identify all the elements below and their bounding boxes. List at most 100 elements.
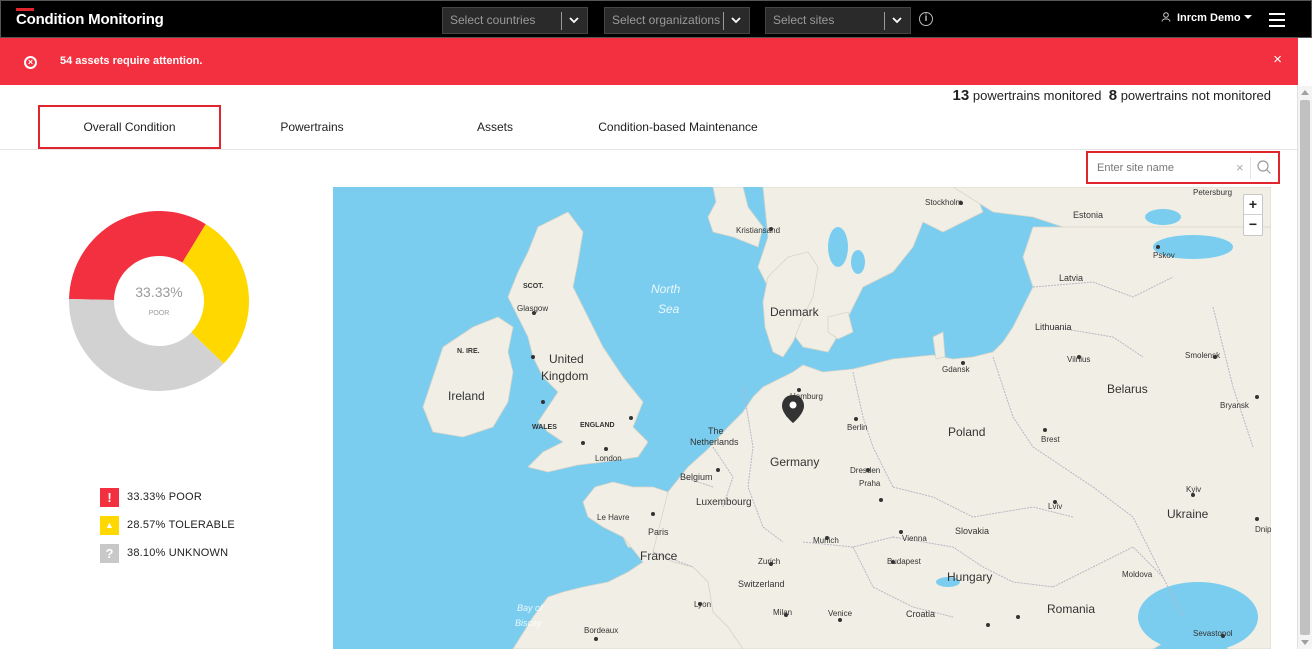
chevron-down-icon[interactable] bbox=[729, 8, 743, 33]
select-countries-placeholder: Select countries bbox=[450, 13, 536, 27]
user-menu[interactable]: Inrcm Demo bbox=[1161, 12, 1252, 24]
map-label-glasgow: Glasgow bbox=[517, 304, 548, 313]
map-label-london: London bbox=[595, 454, 622, 463]
select-organizations-placeholder: Select organizations bbox=[612, 13, 721, 27]
legend-label-tolerable: 28.57% TOLERABLE bbox=[127, 519, 235, 531]
attention-alert-banner: × 54 assets require attention. × bbox=[0, 38, 1298, 85]
map-label-wales: WALES bbox=[532, 424, 557, 431]
map-label-smolensk: Smolensk bbox=[1185, 351, 1221, 360]
map-label-budapest: Budapest bbox=[887, 557, 922, 566]
powertrain-summary: 13 powertrains monitored 8 powertrains n… bbox=[953, 87, 1271, 104]
dropdown-separator bbox=[561, 12, 562, 30]
tab-assets[interactable]: Assets bbox=[440, 105, 550, 149]
map-label-sea: Sea bbox=[658, 302, 680, 316]
map-label-biscay: Biscay bbox=[515, 618, 542, 628]
map-label-praha: Praha bbox=[859, 479, 881, 488]
legend-label-unknown: 38.10% UNKNOWN bbox=[127, 547, 229, 559]
scrollbar-thumb[interactable] bbox=[1300, 100, 1310, 635]
search-divider bbox=[1250, 157, 1251, 179]
map-label-hungary: Hungary bbox=[947, 570, 992, 584]
map-label-paris: Paris bbox=[648, 527, 669, 537]
page-scrollbar[interactable] bbox=[1297, 86, 1312, 649]
legend-label-poor: 33.33% POOR bbox=[127, 491, 202, 503]
condition-donut-chart: 33.33% POOR bbox=[69, 210, 250, 392]
chevron-down-icon[interactable] bbox=[890, 8, 904, 33]
map-label-sevastopol: Sevastopol bbox=[1193, 629, 1233, 638]
map-label-brest: Brest bbox=[1041, 435, 1060, 444]
map-label-lviv: Lviv bbox=[1048, 502, 1062, 511]
select-sites-placeholder: Select sites bbox=[773, 13, 835, 27]
user-name: Inrcm Demo bbox=[1177, 12, 1241, 24]
map-label-romania: Romania bbox=[1047, 602, 1095, 616]
map-label-denmark: Denmark bbox=[770, 305, 820, 319]
monitored-label: powertrains monitored bbox=[972, 88, 1102, 103]
error-circle-icon: × bbox=[24, 56, 37, 69]
clear-icon[interactable]: × bbox=[1236, 160, 1244, 175]
app-title[interactable]: Condition Monitoring bbox=[16, 11, 164, 28]
map-label-vilnius: Vilnius bbox=[1067, 355, 1090, 364]
land-masses bbox=[422, 187, 1271, 649]
map-label-slovakia: Slovakia bbox=[955, 526, 989, 536]
map-label-belgium: Belgium bbox=[680, 472, 713, 482]
map-canvas[interactable]: Stockholm Estonia Petersburg Kristiansan… bbox=[333, 187, 1271, 649]
donut-svg: 33.33% POOR bbox=[69, 210, 250, 392]
map-label-kristiansand: Kristiansand bbox=[736, 226, 780, 235]
map-label-venice: Venice bbox=[828, 609, 853, 618]
chevron-down-icon[interactable] bbox=[567, 8, 581, 33]
not-monitored-count: 8 bbox=[1108, 87, 1118, 104]
dropdown-separator bbox=[884, 12, 885, 30]
map-label-north: North bbox=[651, 282, 681, 296]
top-navigation-bar: Condition Monitoring Select countries Se… bbox=[0, 0, 1312, 38]
donut-center-label: POOR bbox=[149, 310, 170, 317]
zoom-out-button[interactable]: − bbox=[1244, 215, 1262, 235]
map-label-gdansk: Gdansk bbox=[942, 365, 971, 374]
donut-segment-unknown[interactable] bbox=[69, 298, 224, 392]
search-input[interactable]: Enter site name bbox=[1097, 162, 1174, 174]
alert-message: 54 assets require attention. bbox=[60, 55, 203, 67]
scroll-up-arrow-icon[interactable] bbox=[1301, 90, 1309, 95]
map-label-ukraine: Ukraine bbox=[1167, 507, 1209, 521]
select-organizations-dropdown[interactable]: Select organizations bbox=[604, 7, 750, 34]
site-search-box[interactable]: Enter site name × bbox=[1086, 151, 1280, 184]
select-sites-dropdown[interactable]: Select sites bbox=[765, 7, 911, 34]
map-label-milan: Milan bbox=[773, 608, 792, 617]
map-label-luxembourg: Luxembourg bbox=[696, 497, 752, 508]
question-icon: ? bbox=[100, 544, 119, 563]
map-label-dresden: Dresden bbox=[850, 466, 880, 475]
map-label-latvia: Latvia bbox=[1059, 273, 1083, 283]
info-icon[interactable]: i bbox=[919, 12, 933, 26]
tab-condition-based-maintenance[interactable]: Condition-based Maintenance bbox=[578, 105, 778, 149]
donut-center-value: 33.33% bbox=[135, 284, 182, 300]
hamburger-menu-icon[interactable] bbox=[1269, 13, 1285, 27]
search-icon[interactable] bbox=[1256, 159, 1272, 175]
tab-overall-condition[interactable]: Overall Condition bbox=[38, 105, 221, 149]
site-map[interactable]: Stockholm Estonia Petersburg Kristiansan… bbox=[333, 187, 1271, 649]
tab-powertrains[interactable]: Powertrains bbox=[237, 105, 387, 149]
exclamation-icon: ! bbox=[100, 488, 119, 507]
map-label-vienna: Vienna bbox=[902, 534, 927, 543]
map-label-croatia: Croatia bbox=[906, 609, 935, 619]
close-icon[interactable]: × bbox=[1273, 51, 1282, 69]
map-label-dnipro: Dnipro bbox=[1255, 525, 1271, 534]
not-monitored-label: powertrains not monitored bbox=[1120, 88, 1271, 103]
map-label-moldova: Moldova bbox=[1122, 570, 1153, 579]
map-label-switzerland: Switzerland bbox=[738, 579, 785, 589]
map-label-netherlands: Netherlands bbox=[690, 437, 739, 447]
select-countries-dropdown[interactable]: Select countries bbox=[442, 7, 588, 34]
map-label-le-havre: Le Havre bbox=[597, 513, 630, 522]
map-label-kingdom: Kingdom bbox=[541, 369, 588, 383]
map-label-lithuania: Lithuania bbox=[1035, 322, 1072, 332]
warning-triangle-icon: ▲ bbox=[100, 516, 119, 535]
map-label-bordeaux: Bordeaux bbox=[584, 626, 618, 635]
scroll-down-arrow-icon[interactable] bbox=[1301, 640, 1309, 645]
map-label-zurich: Zurich bbox=[758, 557, 780, 566]
map-label-germany: Germany bbox=[770, 455, 819, 469]
map-label-pskov: Pskov bbox=[1153, 251, 1175, 260]
map-label-n-ire: N. IRE. bbox=[457, 348, 480, 355]
map-label-belarus: Belarus bbox=[1107, 382, 1148, 396]
caret-down-icon bbox=[1243, 15, 1252, 19]
zoom-in-button[interactable]: + bbox=[1244, 195, 1262, 215]
map-label-estonia: Estonia bbox=[1073, 210, 1103, 220]
map-label-berlin: Berlin bbox=[847, 423, 867, 432]
map-label-scot: SCOT. bbox=[523, 283, 544, 290]
